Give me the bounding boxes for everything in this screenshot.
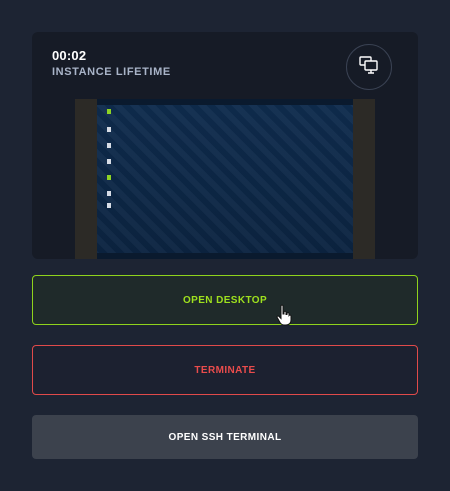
hand-pointer-icon [276, 304, 292, 331]
preview-bottom-bar [97, 253, 353, 259]
preview-desktop-icon [107, 159, 111, 164]
instance-card: 00:02 INSTANCE LIFETIME [32, 32, 418, 259]
desktop-thumbnail [97, 99, 353, 259]
terminate-button[interactable]: TERMINATE [32, 345, 418, 395]
preview-desktop-icon [107, 203, 111, 208]
preview-top-bar [97, 99, 353, 105]
monitor-share-icon [359, 55, 379, 79]
instance-lifetime-label: INSTANCE LIFETIME [52, 66, 171, 78]
preview-desktop-icon [107, 191, 111, 196]
preview-desktop-icon [107, 143, 111, 148]
preview-desktop-icon [107, 175, 111, 180]
open-ssh-terminal-button[interactable]: OPEN SSH TERMINAL [32, 415, 418, 459]
preview-desktop-icon [107, 127, 111, 132]
open-desktop-button[interactable]: OPEN DESKTOP [32, 275, 418, 325]
instance-timer: 00:02 [52, 48, 87, 63]
desktop-preview[interactable] [75, 99, 375, 259]
screen-toggle-button[interactable] [346, 44, 392, 90]
preview-desktop-icon [107, 109, 111, 114]
